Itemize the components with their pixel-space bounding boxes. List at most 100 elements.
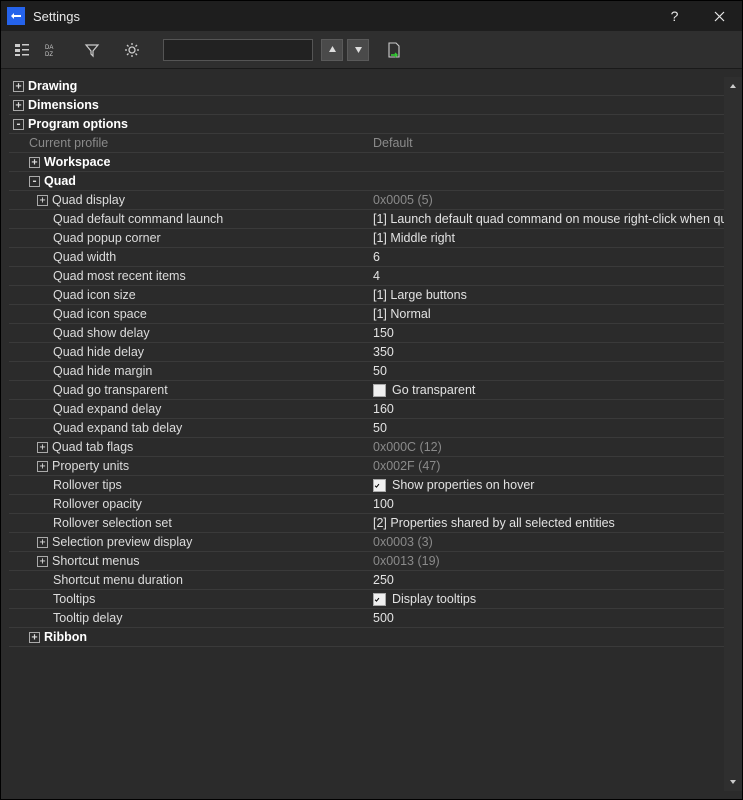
app-icon [7, 7, 25, 25]
row-quad-expand-tab-delay[interactable]: Quad expand tab delay 50 [9, 419, 724, 438]
search-next-button[interactable] [347, 39, 369, 61]
setting-value[interactable]: [2] Properties shared by all selected en… [369, 514, 724, 532]
setting-value[interactable]: 50 [369, 419, 724, 437]
row-tooltips[interactable]: Tooltips Display tooltips [9, 590, 724, 609]
plus-icon[interactable]: + [37, 442, 48, 453]
row-quad-hide-delay[interactable]: Quad hide delay 350 [9, 343, 724, 362]
setting-label: Quad default command launch [53, 210, 223, 228]
setting-value[interactable]: 6 [369, 248, 724, 266]
scroll-up-icon[interactable] [724, 77, 742, 95]
row-quad-display[interactable]: +Quad display 0x0005 (5) [9, 191, 724, 210]
plus-icon[interactable]: + [13, 81, 24, 92]
row-rollover-tips[interactable]: Rollover tips Show properties on hover [9, 476, 724, 495]
setting-value[interactable]: 250 [369, 571, 724, 589]
plus-icon[interactable]: + [37, 537, 48, 548]
row-quad-popup-corner[interactable]: Quad popup corner [1] Middle right [9, 229, 724, 248]
setting-value[interactable]: 350 [369, 343, 724, 361]
setting-label: Property units [52, 457, 129, 475]
plus-icon[interactable]: + [29, 157, 40, 168]
setting-label: Rollover selection set [53, 514, 172, 532]
row-quad-most-recent[interactable]: Quad most recent items 4 [9, 267, 724, 286]
checkbox-label: Go transparent [392, 381, 475, 399]
row-rollover-selection-set[interactable]: Rollover selection set [2] Properties sh… [9, 514, 724, 533]
setting-value: 0x0013 (19) [369, 552, 724, 570]
export-icon[interactable] [383, 39, 405, 61]
section-label: Quad [44, 172, 76, 190]
plus-icon[interactable]: + [37, 556, 48, 567]
section-quad[interactable]: -Quad [9, 172, 724, 191]
setting-value[interactable]: 4 [369, 267, 724, 285]
setting-label: Rollover tips [53, 476, 122, 494]
row-rollover-opacity[interactable]: Rollover opacity 100 [9, 495, 724, 514]
help-button[interactable]: ? [652, 1, 697, 31]
setting-value[interactable]: Show properties on hover [369, 476, 724, 494]
row-property-units[interactable]: + Property units 0x002F (47) [9, 457, 724, 476]
setting-value[interactable]: 150 [369, 324, 724, 342]
row-quad-tab-flags[interactable]: +Quad tab flags 0x000C (12) [9, 438, 724, 457]
row-quad-icon-space[interactable]: Quad icon space [1] Normal [9, 305, 724, 324]
section-workspace[interactable]: + Workspace [9, 153, 724, 172]
row-quad-width[interactable]: Quad width 6 [9, 248, 724, 267]
setting-label: Quad hide delay [53, 343, 144, 361]
setting-label: Quad tab flags [52, 438, 133, 456]
setting-value[interactable]: [1] Launch default quad command on mouse… [369, 210, 724, 228]
row-quad-expand-delay[interactable]: Quad expand delay 160 [9, 400, 724, 419]
row-shortcut-menus[interactable]: +Shortcut menus 0x0013 (19) [9, 552, 724, 571]
setting-value[interactable]: Go transparent [369, 381, 724, 399]
plus-icon[interactable]: + [29, 632, 40, 643]
setting-value[interactable]: [1] Normal [369, 305, 724, 323]
row-quad-default-command[interactable]: Quad default command launch [1] Launch d… [9, 210, 724, 229]
settings-content: +Drawing +Dimensions -Program options Cu… [1, 69, 742, 799]
row-quad-icon-size[interactable]: Quad icon size [1] Large buttons [9, 286, 724, 305]
section-label: Program options [28, 115, 128, 133]
row-selection-preview-display[interactable]: +Selection preview display 0x0003 (3) [9, 533, 724, 552]
checkbox-checked[interactable] [373, 593, 386, 606]
setting-value[interactable]: [1] Large buttons [369, 286, 724, 304]
setting-value[interactable]: 50 [369, 362, 724, 380]
gear-icon[interactable] [119, 37, 145, 63]
row-current-profile[interactable]: Current profile Default [9, 134, 724, 153]
row-tooltip-delay[interactable]: Tooltip delay 500 [9, 609, 724, 628]
setting-value: 0x002F (47) [369, 457, 724, 475]
search-prev-button[interactable] [321, 39, 343, 61]
checkbox-checked[interactable] [373, 479, 386, 492]
setting-label: Quad hide margin [53, 362, 152, 380]
alphabetical-view-icon[interactable]: DADZ [39, 37, 65, 63]
filter-icon[interactable] [79, 37, 105, 63]
minus-icon[interactable]: - [13, 119, 24, 130]
setting-value[interactable]: 160 [369, 400, 724, 418]
svg-text:DZ: DZ [45, 52, 53, 58]
setting-value[interactable]: 100 [369, 495, 724, 513]
categorized-view-icon[interactable] [9, 37, 35, 63]
section-program-options[interactable]: -Program options [9, 115, 724, 134]
plus-icon[interactable]: + [37, 461, 48, 472]
setting-label: Quad width [53, 248, 116, 266]
scrollbar-track[interactable] [724, 95, 742, 773]
checkbox-unchecked[interactable] [373, 384, 386, 397]
plus-icon[interactable]: + [13, 100, 24, 111]
scroll-down-icon[interactable] [724, 773, 742, 791]
setting-value: 0x0003 (3) [369, 533, 724, 551]
row-shortcut-menu-duration[interactable]: Shortcut menu duration 250 [9, 571, 724, 590]
section-ribbon[interactable]: +Ribbon [9, 628, 724, 647]
section-dimensions[interactable]: +Dimensions [9, 96, 724, 115]
plus-icon[interactable]: + [37, 195, 48, 206]
row-quad-go-transparent[interactable]: Quad go transparent Go transparent [9, 381, 724, 400]
setting-value[interactable]: 500 [369, 609, 724, 627]
setting-value[interactable]: [1] Middle right [369, 229, 724, 247]
setting-value[interactable]: Display tooltips [369, 590, 724, 608]
settings-tree[interactable]: +Drawing +Dimensions -Program options Cu… [9, 77, 724, 791]
settings-window: Settings ? DADZ [0, 0, 743, 800]
section-label: Workspace [44, 153, 110, 171]
row-quad-hide-margin[interactable]: Quad hide margin 50 [9, 362, 724, 381]
close-button[interactable] [697, 1, 742, 31]
setting-label: Quad expand delay [53, 400, 161, 418]
setting-label: Rollover opacity [53, 495, 142, 513]
setting-label: Quad display [52, 191, 125, 209]
minus-icon[interactable]: - [29, 176, 40, 187]
section-label: Drawing [28, 77, 77, 95]
section-drawing[interactable]: + Drawing [9, 77, 724, 96]
search-input[interactable] [164, 40, 312, 60]
vertical-scrollbar[interactable] [724, 77, 742, 791]
row-quad-show-delay[interactable]: Quad show delay 150 [9, 324, 724, 343]
